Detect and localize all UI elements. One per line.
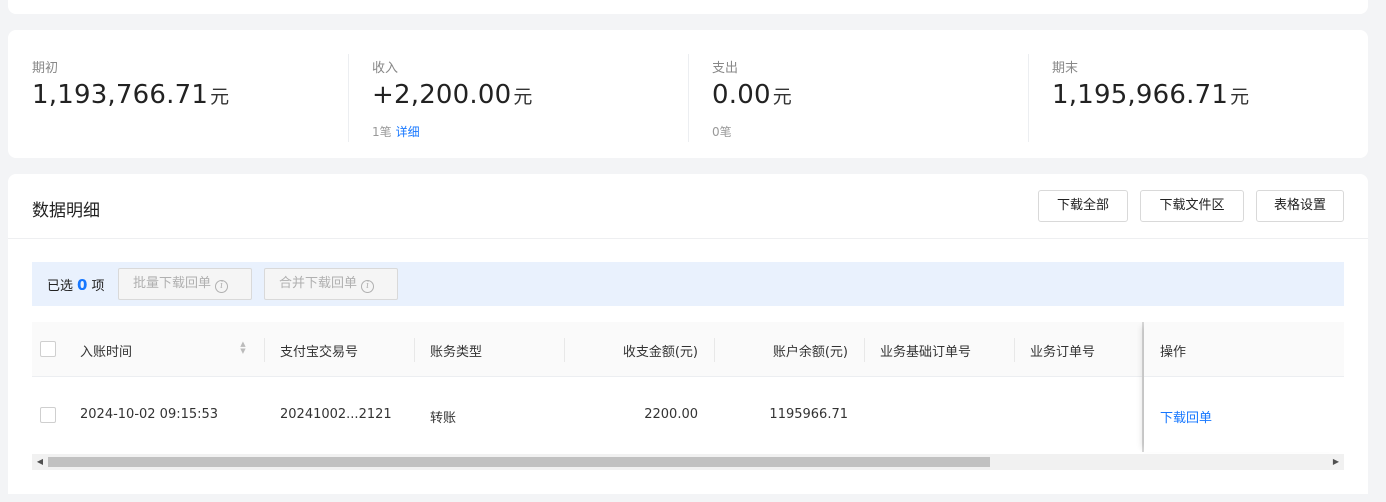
download-all-button[interactable]: 下载全部: [1038, 190, 1128, 222]
income-detail-link[interactable]: 详细: [396, 125, 420, 139]
stat-expense-label: 支出: [712, 61, 739, 76]
scroll-thumb[interactable]: [48, 457, 990, 467]
scroll-right-icon[interactable]: ▶: [1329, 456, 1343, 468]
column-separator: [564, 338, 565, 362]
stat-expense-number: 0.00: [712, 80, 771, 110]
stat-closing-value: 1,195,966.71 元: [1052, 80, 1249, 110]
merge-download-button[interactable]: 合并下载回单 i: [264, 268, 398, 300]
col-header-type: 账务类型: [430, 345, 483, 360]
row-checkbox[interactable]: [40, 407, 56, 423]
download-area-button[interactable]: 下载文件区: [1140, 190, 1244, 222]
selection-bar: 已选 0 项 批量下载回单 i 合并下载回单 i: [32, 262, 1344, 306]
selection-count-text: 已选 0 项: [47, 275, 104, 294]
stat-opening-number: 1,193,766.71: [32, 80, 209, 110]
stat-opening: 期初 1,193,766.71 元: [32, 30, 352, 158]
col-header-amount: 收支金额(元): [622, 345, 698, 360]
info-circle-icon: i: [215, 280, 229, 293]
stat-income-sub: 1笔 详细: [372, 123, 420, 140]
cell-amount: 2200.00: [644, 407, 698, 422]
summary-card: 期初 1,193,766.71 元 收入 +2,200.00 元 1笔 详细 支出 0…: [8, 30, 1368, 158]
stat-income-value: +2,200.00 元: [372, 80, 532, 110]
selection-count: 0: [77, 276, 88, 294]
merge-download-label: 合并下载回单: [279, 276, 358, 291]
col-header-time: 入账时间: [80, 345, 133, 360]
details-title: 数据明细: [32, 201, 100, 221]
header-divider: [8, 238, 1368, 239]
stat-divider: [348, 54, 349, 142]
horizontal-scrollbar[interactable]: ◀ ▶: [32, 454, 1344, 470]
stat-income-count: 1笔: [372, 125, 392, 139]
col-header-balance: 账户余额(元): [772, 345, 848, 360]
column-separator: [1014, 338, 1015, 362]
col-header-trade-no: 支付宝交易号: [280, 345, 359, 360]
stat-opening-value: 1,193,766.71 元: [32, 80, 229, 110]
select-all-checkbox[interactable]: [40, 341, 56, 357]
stat-expense: 支出 0.00 元 0笔: [712, 30, 1032, 158]
scroll-left-icon[interactable]: ◀: [33, 456, 47, 468]
info-circle-icon: i: [361, 280, 375, 293]
stat-divider: [1028, 54, 1029, 142]
table-settings-button[interactable]: 表格设置: [1256, 190, 1344, 222]
cell-trade-no: 20241002...2121: [280, 407, 392, 422]
stat-closing: 期末 1,195,966.71 元: [1052, 30, 1352, 158]
stat-income-label: 收入: [372, 61, 399, 76]
batch-download-label: 批量下载回单: [133, 276, 212, 291]
stat-expense-unit: 元: [772, 86, 792, 108]
stat-opening-label: 期初: [32, 61, 59, 76]
top-card-remnant: [8, 0, 1368, 14]
details-table: 入账时间 ▲ ▼ 支付宝交易号 账务类型 收支金额(元) 账户余额(元) 业务基础…: [32, 322, 1344, 454]
stat-expense-count: 0笔: [712, 125, 732, 139]
stat-closing-unit: 元: [1230, 86, 1250, 108]
sort-caret-icon[interactable]: ▲ ▼: [238, 341, 248, 357]
fixed-column-shadow: [1144, 322, 1344, 452]
stat-closing-number: 1,195,966.71: [1052, 80, 1229, 110]
details-card: 数据明细 下载全部 下载文件区 表格设置 已选 0 项 批量下载回单 i 合并下载回单…: [8, 174, 1368, 494]
stat-expense-value: 0.00 元: [712, 80, 792, 110]
stat-closing-label: 期末: [1052, 61, 1079, 76]
column-separator: [414, 338, 415, 362]
selection-suffix: 项: [91, 279, 105, 294]
column-separator: [714, 338, 715, 362]
col-header-base-order: 业务基础订单号: [880, 345, 972, 360]
stat-income-unit: 元: [513, 86, 533, 108]
col-header-order: 业务订单号: [1030, 345, 1096, 360]
cell-type: 转账: [430, 411, 457, 426]
column-separator: [864, 338, 865, 362]
stat-divider: [688, 54, 689, 142]
stat-income: 收入 +2,200.00 元 1笔 详细: [372, 30, 692, 158]
batch-download-button[interactable]: 批量下载回单 i: [118, 268, 252, 300]
cell-time: 2024-10-02 09:15:53: [80, 407, 219, 422]
stat-income-number: +2,200.00: [372, 80, 512, 110]
selection-prefix: 已选: [47, 279, 74, 294]
column-separator: [264, 338, 265, 362]
cell-balance: 1195966.71: [769, 407, 848, 422]
stat-opening-unit: 元: [210, 86, 230, 108]
